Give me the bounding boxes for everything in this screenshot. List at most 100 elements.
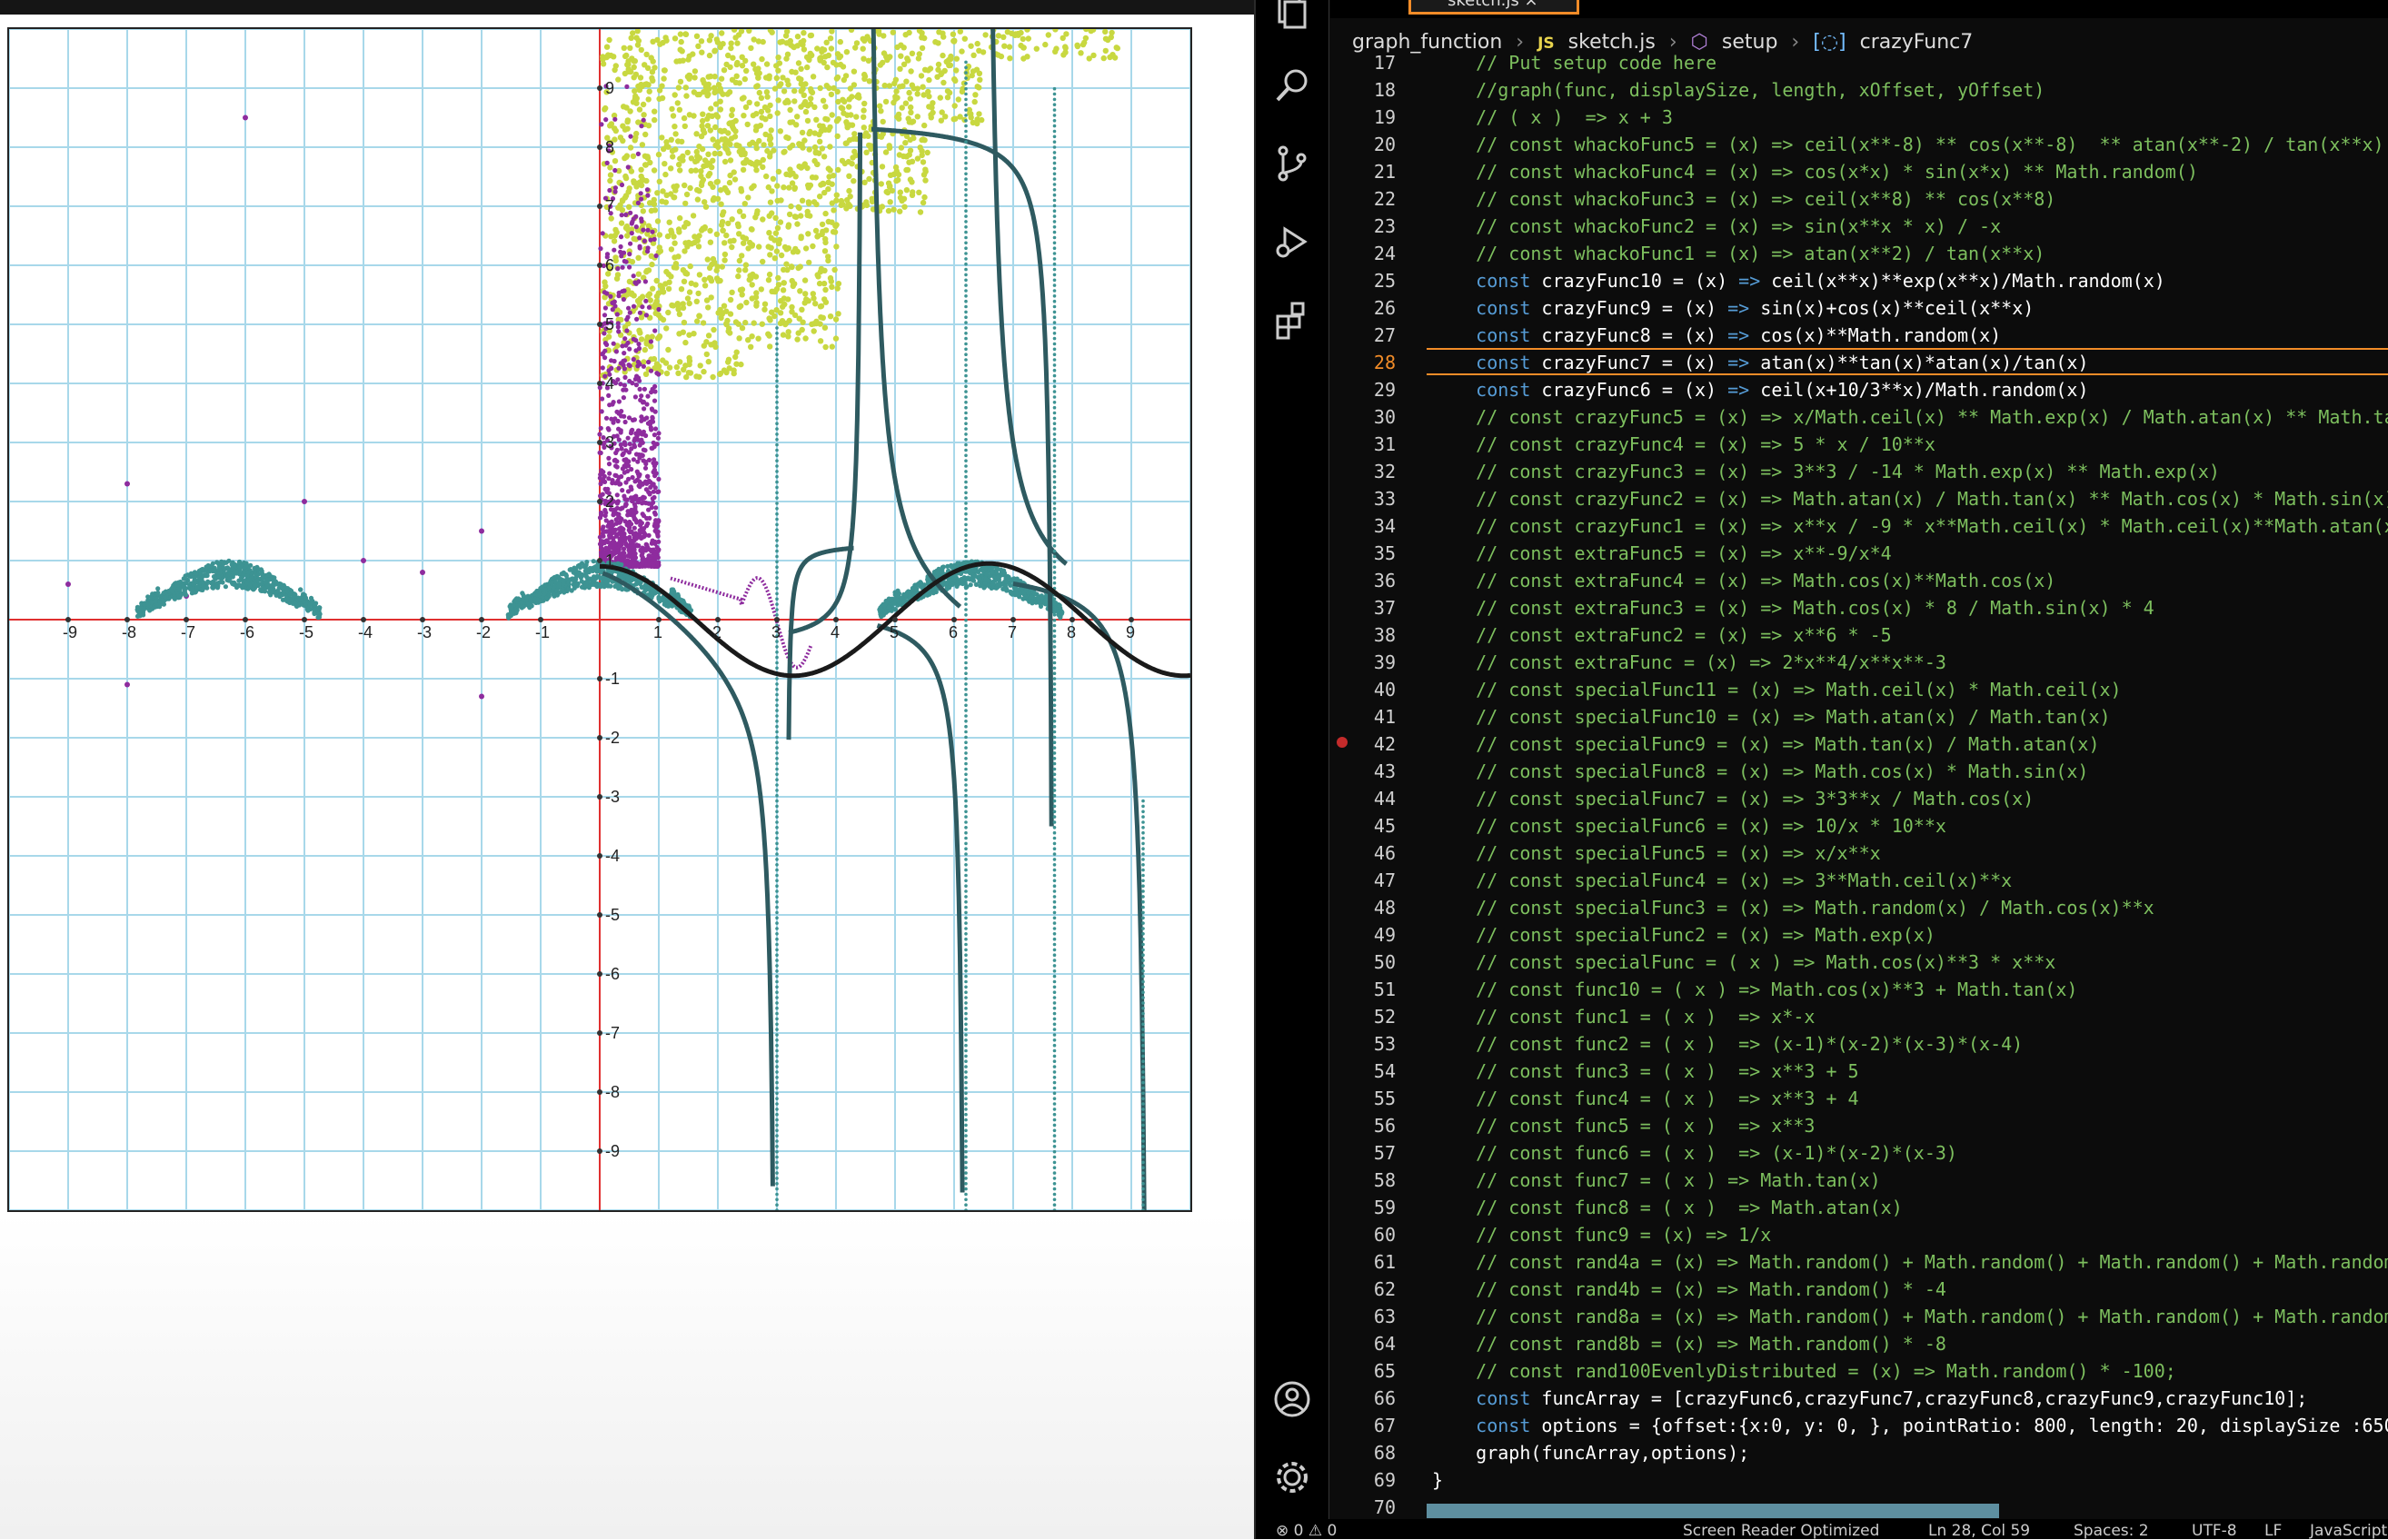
scatter-point-yellow: [678, 79, 683, 84]
scatter-point-yellow: [624, 224, 630, 229]
scatter-point-teal: [247, 583, 252, 588]
scatter-point-yellow: [805, 118, 811, 124]
scatter-point-yellow: [794, 336, 800, 342]
scatter-point-teal: [964, 1070, 968, 1074]
scatter-point-yellow: [926, 104, 931, 109]
scatter-point-yellow: [641, 208, 646, 214]
scatter-point-yellow: [942, 68, 948, 74]
scatter-point-teal: [303, 603, 308, 608]
scatter-point-teal: [147, 608, 152, 612]
scatter-point-yellow: [824, 65, 830, 70]
scatter-point-teal: [964, 927, 968, 930]
scatter-point-yellow: [701, 164, 706, 169]
scatter-point-yellow: [719, 222, 724, 227]
scatter-point-yellow: [906, 160, 911, 165]
scatter-point-teal: [940, 570, 944, 574]
scatter-point-yellow: [968, 44, 973, 49]
scatter-point-yellow: [772, 255, 778, 261]
scatter-point-purple: [603, 305, 608, 310]
scatter-point-purple: [622, 458, 626, 462]
scatter-point-yellow: [647, 89, 652, 94]
scatter-point-purple: [652, 473, 657, 478]
scatter-point-yellow: [820, 229, 825, 234]
scatter-point-yellow: [771, 313, 777, 319]
scatter-point-teal: [775, 1156, 779, 1159]
scatter-point-teal: [775, 842, 779, 846]
scatter-point-yellow: [612, 158, 618, 164]
scatter-point-yellow: [721, 209, 726, 214]
scatter-point-yellow: [692, 89, 697, 94]
scatter-point-yellow: [1102, 29, 1108, 35]
scatter-point-purple: [629, 508, 633, 512]
scatter-point-purple: [642, 531, 646, 535]
scatter-point-purple: [632, 553, 637, 558]
scatter-point-yellow: [831, 207, 836, 213]
scatter-point-teal: [561, 579, 565, 583]
scatter-point-teal: [964, 847, 968, 850]
scatter-point-teal: [991, 580, 996, 584]
scatter-point-teal: [775, 1087, 779, 1090]
scatter-point-purple: [656, 307, 661, 312]
scatter-point-yellow: [784, 246, 790, 252]
scatter-point-yellow: [817, 123, 822, 128]
scatter-point-purple: [612, 359, 617, 363]
scatter-point-yellow: [742, 76, 748, 82]
scatter-point-yellow: [721, 257, 727, 263]
scatter-point-yellow: [1105, 37, 1110, 43]
scatter-point-purple: [645, 394, 650, 399]
scatter-point-purple: [622, 375, 627, 380]
scatter-point-yellow: [711, 196, 717, 202]
scatter-point-yellow: [785, 82, 791, 87]
scatter-point-yellow: [705, 256, 711, 262]
scatter-point-yellow: [731, 238, 736, 243]
scatter-point-yellow: [602, 105, 608, 111]
scatter-point-teal: [150, 591, 154, 596]
scatter-point-teal: [775, 1203, 779, 1207]
scatter-point-yellow: [767, 214, 772, 219]
scatter-point-teal: [964, 736, 968, 740]
scatter-point-yellow: [846, 188, 851, 194]
scatter-point-purple: [598, 246, 602, 251]
scatter-point-teal: [964, 889, 968, 893]
scatter-point-yellow: [908, 95, 913, 101]
scatter-point-yellow: [636, 272, 642, 277]
scatter-point-teal: [547, 585, 552, 590]
scatter-point-yellow: [911, 85, 917, 91]
scatter-point-yellow: [804, 65, 810, 70]
scatter-point-teal: [775, 740, 779, 744]
scatter-point-yellow: [982, 32, 988, 37]
scatter-point-yellow: [631, 178, 636, 184]
scatter-point-yellow: [940, 31, 945, 36]
scatter-point-yellow: [775, 225, 781, 231]
scatter-point-teal: [138, 608, 143, 612]
scatter-point-teal: [964, 820, 968, 824]
scatter-point-purple: [642, 364, 646, 369]
scatter-point-yellow: [659, 199, 664, 204]
scatter-point-teal: [775, 576, 779, 580]
scatter-point-teal: [964, 699, 968, 702]
scatter-point-teal: [775, 831, 779, 835]
scatter-point-yellow: [652, 167, 657, 173]
scatter-point-purple: [638, 311, 642, 315]
scatter-point-yellow: [662, 67, 668, 73]
scatter-point-yellow: [807, 213, 812, 218]
scatter-point-teal: [964, 938, 968, 941]
scatter-point-yellow: [840, 158, 845, 164]
scatter-point-yellow: [662, 35, 668, 40]
scatter-point-purple: [642, 406, 646, 411]
scatter-point-yellow: [622, 155, 627, 161]
scatter-point-teal: [964, 1145, 968, 1148]
scatter-point-yellow: [635, 255, 641, 261]
scatter-point-teal: [775, 544, 779, 548]
scatter-point-purple: [624, 84, 629, 89]
scatter-point-teal: [775, 390, 779, 393]
scatter-point-yellow: [763, 174, 769, 179]
scatter-point-yellow: [718, 45, 723, 50]
scatter-point-yellow: [835, 167, 841, 173]
scatter-point-yellow: [707, 228, 712, 233]
scatter-point-yellow: [1053, 45, 1059, 51]
scatter-point-yellow: [743, 300, 749, 305]
scatter-point-yellow: [880, 204, 885, 209]
scatter-point-yellow: [655, 335, 661, 341]
scatter-point-purple: [637, 497, 642, 502]
